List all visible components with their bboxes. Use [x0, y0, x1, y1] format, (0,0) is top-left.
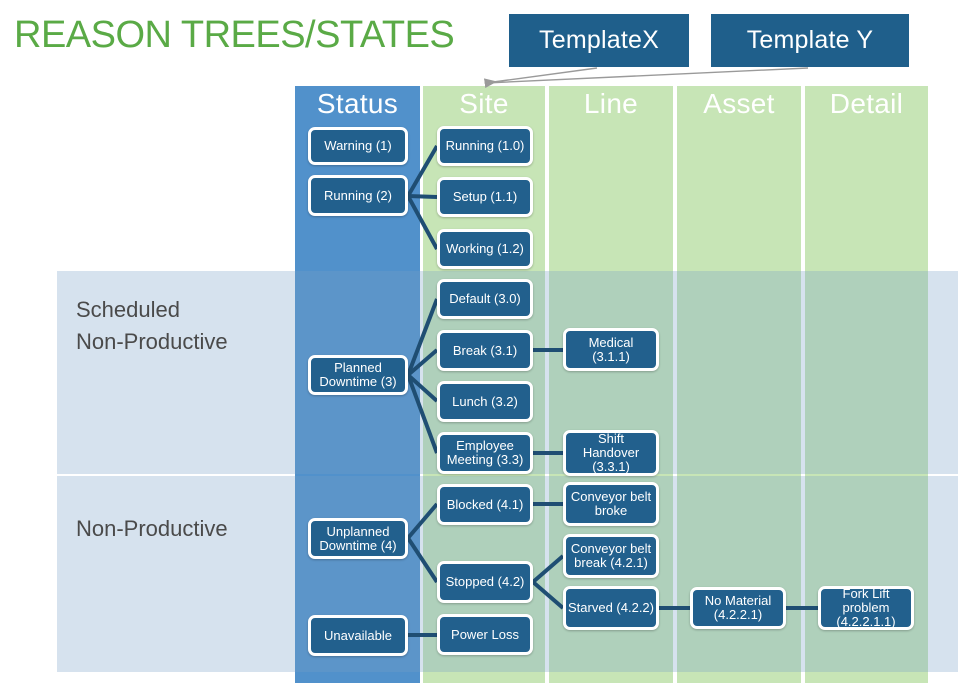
node-no-material-4-2-2-1[interactable]: No Material (4.2.2.1) [690, 587, 786, 629]
node-stopped-4-2[interactable]: Stopped (4.2) [437, 561, 533, 603]
node-medical-3-1-1[interactable]: Medical (3.1.1) [563, 328, 659, 371]
template-y-chip[interactable]: Template Y [711, 14, 909, 67]
template-x-chip[interactable]: TemplateX [509, 14, 689, 67]
node-conveyor-belt-break-4-2-1[interactable]: Conveyor belt break (4.2.1) [563, 534, 659, 578]
node-warning-1[interactable]: Warning (1) [308, 127, 408, 165]
arrow-template-x [483, 67, 598, 89]
column-header-line: Line [583, 88, 639, 119]
node-unavailable[interactable]: Unavailable [308, 615, 408, 656]
node-lunch-3-2[interactable]: Lunch (3.2) [437, 381, 533, 422]
node-starved-4-2-2[interactable]: Starved (4.2.2) [563, 586, 659, 630]
node-setup-1-1[interactable]: Setup (1.1) [437, 177, 533, 217]
node-conveyor-belt-broke[interactable]: Conveyor belt broke [563, 482, 659, 526]
node-default-3-0[interactable]: Default (3.0) [437, 279, 533, 319]
node-power-loss[interactable]: Power Loss [437, 614, 533, 655]
page-title: REASON TREES/STATES [14, 14, 455, 56]
node-shift-handover-3-3-1[interactable]: Shift Handover (3.3.1) [563, 430, 659, 476]
row-label-scheduled-non-productive: Scheduled Non-Productive [76, 297, 228, 354]
node-blocked-4-1[interactable]: Blocked (4.1) [437, 484, 533, 525]
node-planned-downtime-3[interactable]: Planned Downtime (3) [308, 355, 408, 395]
node-unplanned-downtime-4[interactable]: Unplanned Downtime (4) [308, 518, 408, 559]
column-header-status: Status [295, 86, 420, 122]
node-fork-lift-problem[interactable]: Fork Lift problem (4.2.2.1.1) [818, 586, 914, 630]
column-header-detail: Detail [829, 88, 904, 119]
node-running-1-0[interactable]: Running (1.0) [437, 126, 533, 166]
row-label-non-productive: Non-Productive [76, 516, 228, 541]
node-employee-meeting-3-3[interactable]: Employee Meeting (3.3) [437, 432, 533, 474]
arrow-template-y [485, 67, 809, 84]
column-header-asset: Asset [703, 88, 775, 119]
column-header-site: Site [459, 88, 509, 119]
node-break-3-1[interactable]: Break (3.1) [437, 330, 533, 371]
node-running-2[interactable]: Running (2) [308, 175, 408, 216]
node-working-1-2[interactable]: Working (1.2) [437, 229, 533, 269]
